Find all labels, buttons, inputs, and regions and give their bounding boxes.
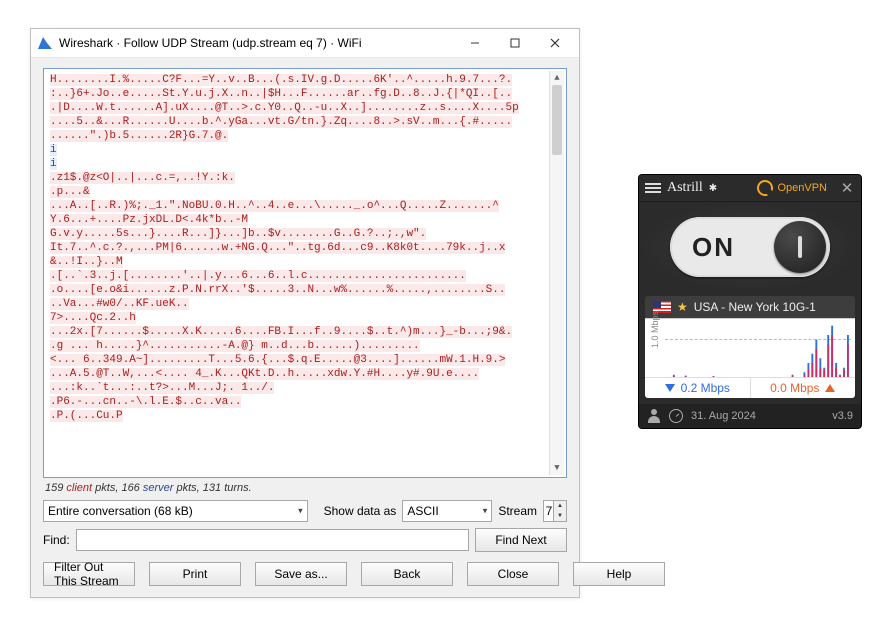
brand-label: Astrill	[667, 180, 703, 196]
back-button[interactable]: Back	[361, 562, 453, 586]
find-label: Find:	[43, 533, 70, 547]
toggle-state-label: ON	[692, 232, 735, 263]
print-button[interactable]: Print	[149, 562, 241, 586]
btn-label: Save as...	[274, 567, 327, 581]
spin-up-icon[interactable]: ▲	[554, 501, 566, 511]
power-icon	[798, 236, 802, 258]
chevron-down-icon: ▾	[483, 506, 488, 517]
show-as-label: Show data as	[324, 504, 397, 518]
scrollbar[interactable]: ▲ ▼	[549, 71, 564, 475]
filter-out-button[interactable]: Filter Out This Stream	[43, 562, 135, 586]
toggle-area: ON	[639, 202, 861, 292]
brand-star-icon: ✱	[709, 183, 717, 194]
close-button[interactable]	[535, 29, 575, 57]
speed-readout: 0.2 Mbps 0.0 Mbps	[645, 377, 855, 398]
toggle-knob	[774, 221, 826, 273]
conversation-select-value: Entire conversation (68 kB)	[48, 504, 193, 518]
find-next-label: Find Next	[495, 533, 546, 547]
summary-prefix: 159	[45, 482, 66, 494]
account-icon[interactable]	[647, 409, 661, 423]
spin-down-icon[interactable]: ▼	[554, 511, 566, 521]
connection-toggle[interactable]: ON	[670, 217, 830, 277]
astrill-footer: 31. Aug 2024 v3.9	[639, 404, 861, 428]
btn-label: Close	[498, 567, 529, 581]
maximize-button[interactable]	[495, 29, 535, 57]
chevron-down-icon: ▾	[298, 506, 303, 517]
btn-label: Print	[183, 567, 208, 581]
window-title: Wireshark · Follow UDP Stream (udp.strea…	[59, 36, 455, 50]
scroll-thumb[interactable]	[552, 85, 562, 155]
summary-mid: pkts, 166	[92, 482, 143, 494]
download-value: 0.2 Mbps	[681, 381, 730, 395]
close-dialog-button[interactable]: Close	[467, 562, 559, 586]
scroll-down-icon[interactable]: ▼	[550, 461, 564, 475]
summary-client: client	[66, 482, 92, 494]
astrill-header: Astrill ✱ OpenVPN ✕	[639, 175, 861, 202]
show-as-value: ASCII	[407, 504, 438, 518]
summary-suffix: pkts, 131 turns.	[173, 482, 251, 494]
upload-icon	[825, 384, 835, 392]
graph-y-label: 1.0 Mbps	[650, 311, 660, 348]
save-as-button[interactable]: Save as...	[255, 562, 347, 586]
find-next-button[interactable]: Find Next	[475, 528, 567, 552]
window-body: H........I.%.....C?F...=Y..v..B...(.s.IV…	[31, 58, 579, 598]
stream-number-input[interactable]: 7 ▲▼	[543, 500, 567, 522]
stream-label: Stream	[498, 504, 537, 518]
download-icon	[665, 384, 675, 392]
version-label: v3.9	[832, 410, 853, 422]
menu-icon[interactable]	[645, 183, 661, 193]
wireshark-icon	[37, 35, 53, 51]
download-speed: 0.2 Mbps	[645, 378, 751, 398]
btn-label: Help	[607, 567, 632, 581]
close-icon[interactable]: ✕	[839, 180, 855, 196]
scroll-up-icon[interactable]: ▲	[550, 71, 564, 85]
astrill-widget: Astrill ✱ OpenVPN ✕ ON ★ USA - New York …	[638, 174, 862, 429]
stream-text-area[interactable]: H........I.%.....C?F...=Y..v..B...(.s.IV…	[43, 68, 567, 478]
protocol-label: OpenVPN	[777, 182, 827, 194]
find-input[interactable]	[76, 529, 469, 551]
footer-date: 31. Aug 2024	[691, 410, 756, 422]
packet-summary: 159 client pkts, 166 server pkts, 131 tu…	[45, 482, 565, 494]
upload-value: 0.0 Mbps	[770, 381, 819, 395]
show-as-select[interactable]: ASCII ▾	[402, 500, 492, 522]
clock-icon	[669, 409, 683, 423]
btn-label: Filter Out This Stream	[54, 560, 124, 588]
server-name: USA - New York 10G-1	[694, 300, 816, 314]
btn-label: Back	[394, 567, 421, 581]
summary-server: server	[143, 482, 174, 494]
titlebar: Wireshark · Follow UDP Stream (udp.strea…	[31, 29, 579, 58]
speed-graph: 1.0 Mbps	[645, 318, 855, 377]
openvpn-icon	[757, 180, 773, 196]
minimize-button[interactable]	[455, 29, 495, 57]
protocol-select[interactable]: OpenVPN	[757, 180, 827, 196]
favorite-star-icon: ★	[677, 300, 688, 314]
conversation-select[interactable]: Entire conversation (68 kB) ▾	[43, 500, 308, 522]
wireshark-window: Wireshark · Follow UDP Stream (udp.strea…	[30, 28, 580, 598]
upload-speed: 0.0 Mbps	[751, 378, 856, 398]
server-select[interactable]: ★ USA - New York 10G-1	[645, 296, 855, 318]
help-button[interactable]: Help	[573, 562, 665, 586]
